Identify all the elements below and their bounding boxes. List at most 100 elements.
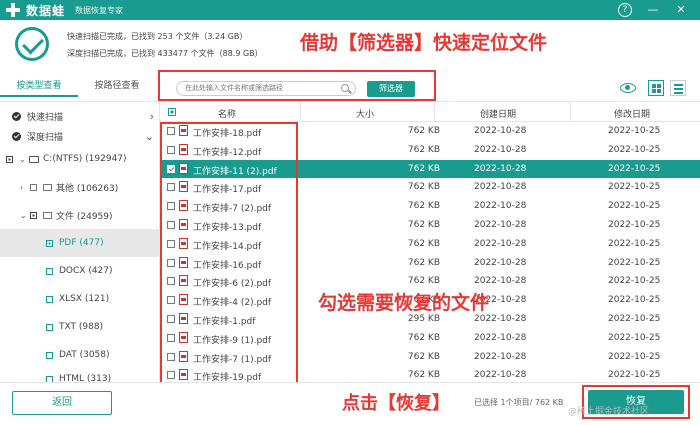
drive-icon bbox=[29, 155, 39, 163]
minimize-icon[interactable]: — bbox=[646, 3, 660, 17]
file-modified-date: 2022-10-25 bbox=[608, 182, 661, 193]
sidebar-item-xlsx[interactable]: XLSX (121) bbox=[0, 285, 160, 313]
checkbox[interactable] bbox=[30, 183, 37, 191]
sidebar-item-label: 文件 (24959) bbox=[56, 211, 113, 222]
app-name: 数据蛙 bbox=[26, 3, 66, 18]
chevron-down-icon[interactable]: ⌄ bbox=[19, 155, 29, 164]
checked-dot-icon bbox=[12, 131, 21, 141]
file-modified-date: 2022-10-25 bbox=[608, 351, 661, 362]
chevron-down-icon[interactable]: ⌄ bbox=[20, 211, 30, 220]
eye-icon[interactable] bbox=[620, 83, 636, 93]
sidebar-item-label: 快速扫描 bbox=[27, 112, 64, 123]
file-modified-date: 2022-10-25 bbox=[608, 144, 661, 155]
folder-icon bbox=[43, 183, 52, 191]
sidebar-item-label: 深度扫描 bbox=[27, 132, 64, 143]
sidebar: 快速扫描 › 深度扫描 ⌄ ⌄ C:(NTFS) (192947) › 其他 (… bbox=[0, 102, 160, 382]
file-modified-date: 2022-10-25 bbox=[608, 238, 661, 249]
file-size: 762 KB bbox=[407, 370, 440, 381]
file-created-date: 2022-10-28 bbox=[474, 220, 527, 230]
sidebar-item-label: C:(NTFS) (192947) bbox=[43, 154, 127, 164]
checkbox[interactable] bbox=[30, 211, 37, 219]
file-modified-date: 2022-10-25 bbox=[608, 332, 661, 343]
file-created-date: 2022-10-28 bbox=[474, 144, 527, 155]
checkbox[interactable] bbox=[46, 295, 53, 303]
header-size[interactable]: 大小 bbox=[356, 107, 374, 120]
file-size: 295 KB bbox=[407, 314, 440, 324]
checkbox[interactable] bbox=[46, 239, 53, 247]
folder-icon bbox=[43, 211, 52, 219]
file-size: 762 KB bbox=[407, 276, 440, 287]
sidebar-item-label: PDF (477) bbox=[59, 238, 104, 248]
sidebar-item-html[interactable]: HTML (313) bbox=[0, 368, 160, 382]
chevron-right-icon[interactable]: › bbox=[150, 110, 154, 123]
sidebar-item-other[interactable]: › 其他 (106263) bbox=[0, 173, 160, 201]
sidebar-item-label: HTML (313) bbox=[59, 374, 112, 382]
file-modified-date: 2022-10-25 bbox=[608, 220, 661, 230]
sidebar-item-label: DOCX (427) bbox=[59, 266, 113, 276]
file-size: 762 KB bbox=[407, 257, 440, 268]
table-header: 名称 大小 创建日期 修改日期 bbox=[160, 102, 700, 122]
list-view-icon[interactable] bbox=[670, 80, 686, 96]
sidebar-item-files[interactable]: ⌄ 文件 (24959) bbox=[0, 201, 160, 229]
sidebar-item-label: XLSX (121) bbox=[59, 294, 110, 304]
checkbox[interactable] bbox=[46, 267, 53, 275]
filter-hint-annotation: 借助【筛选器】快速定位文件 bbox=[300, 32, 548, 54]
back-button[interactable]: 返回 bbox=[12, 391, 112, 415]
title-bar: 数据蛙 数据恢复专家 ? — ✕ bbox=[0, 0, 700, 20]
file-created-date: 2022-10-28 bbox=[474, 163, 527, 174]
sidebar-item-pdf[interactable]: PDF (477) bbox=[0, 229, 160, 257]
header-modified[interactable]: 修改日期 bbox=[614, 107, 650, 120]
file-size: 762 KB bbox=[407, 201, 440, 212]
sidebar-item-label: DAT (3058) bbox=[59, 350, 110, 360]
file-created-date: 2022-10-28 bbox=[474, 276, 527, 287]
grid-view-icon[interactable] bbox=[648, 80, 664, 96]
app-logo: 数据蛙 数据恢复专家 bbox=[6, 2, 123, 19]
header-name[interactable]: 名称 bbox=[218, 107, 236, 120]
sidebar-item-txt[interactable]: TXT (988) bbox=[0, 313, 160, 341]
file-size: 762 KB bbox=[407, 126, 440, 136]
recover-hint-annotation: 点击【恢复】 bbox=[342, 393, 450, 414]
file-created-date: 2022-10-28 bbox=[474, 126, 527, 136]
close-icon[interactable]: ✕ bbox=[674, 3, 688, 17]
tab-by-path[interactable]: 按路径查看 bbox=[78, 78, 156, 97]
app-subtitle: 数据恢复专家 bbox=[75, 5, 124, 15]
file-created-date: 2022-10-28 bbox=[474, 351, 527, 362]
chevron-down-icon[interactable]: ⌄ bbox=[145, 130, 154, 143]
file-size: 762 KB bbox=[407, 220, 440, 230]
file-modified-date: 2022-10-25 bbox=[608, 201, 661, 212]
selection-status: 已选择 1个项目/ 762 KB bbox=[474, 398, 564, 407]
file-created-date: 2022-10-28 bbox=[474, 332, 527, 343]
file-size: 762 KB bbox=[407, 351, 440, 362]
file-created-date: 2022-10-28 bbox=[474, 370, 527, 381]
file-created-date: 2022-10-28 bbox=[474, 314, 527, 324]
checkbox[interactable] bbox=[46, 351, 53, 359]
tab-by-type[interactable]: 按类型查看 bbox=[0, 78, 78, 97]
chevron-right-icon[interactable]: › bbox=[20, 183, 30, 192]
file-size: 762 KB bbox=[407, 182, 440, 193]
quick-scan-summary: 快速扫描已完成，已找到 253 个文件（3.24 GB） bbox=[67, 32, 248, 41]
file-modified-date: 2022-10-25 bbox=[608, 276, 661, 287]
sidebar-item-drive[interactable]: ⌄ C:(NTFS) (192947) bbox=[0, 145, 160, 173]
header-created[interactable]: 创建日期 bbox=[480, 107, 516, 120]
filter-highlight-box bbox=[158, 70, 436, 101]
checkbox[interactable] bbox=[6, 155, 13, 163]
file-modified-date: 2022-10-25 bbox=[608, 163, 661, 174]
file-modified-date: 2022-10-25 bbox=[608, 295, 661, 306]
file-created-date: 2022-10-28 bbox=[474, 257, 527, 268]
deep-scan-summary: 深度扫描已完成，已找到 433477 个文件（88.9 GB） bbox=[67, 49, 263, 58]
checkbox-highlight-box bbox=[160, 122, 298, 384]
scan-complete-check-icon bbox=[15, 27, 49, 61]
file-size: 762 KB bbox=[407, 238, 440, 249]
file-modified-date: 2022-10-25 bbox=[608, 370, 661, 381]
checked-dot-icon bbox=[12, 111, 21, 121]
file-modified-date: 2022-10-25 bbox=[608, 257, 661, 268]
sidebar-item-label: TXT (988) bbox=[59, 322, 104, 332]
sidebar-item-label: 其他 (106263) bbox=[56, 183, 119, 194]
checkbox[interactable] bbox=[46, 323, 53, 331]
sidebar-item-dat[interactable]: DAT (3058) bbox=[0, 341, 160, 369]
sidebar-item-docx[interactable]: DOCX (427) bbox=[0, 257, 160, 285]
file-created-date: 2022-10-28 bbox=[474, 201, 527, 212]
help-icon[interactable]: ? bbox=[618, 3, 632, 17]
select-all-checkbox[interactable] bbox=[168, 108, 176, 116]
file-created-date: 2022-10-28 bbox=[474, 238, 527, 249]
